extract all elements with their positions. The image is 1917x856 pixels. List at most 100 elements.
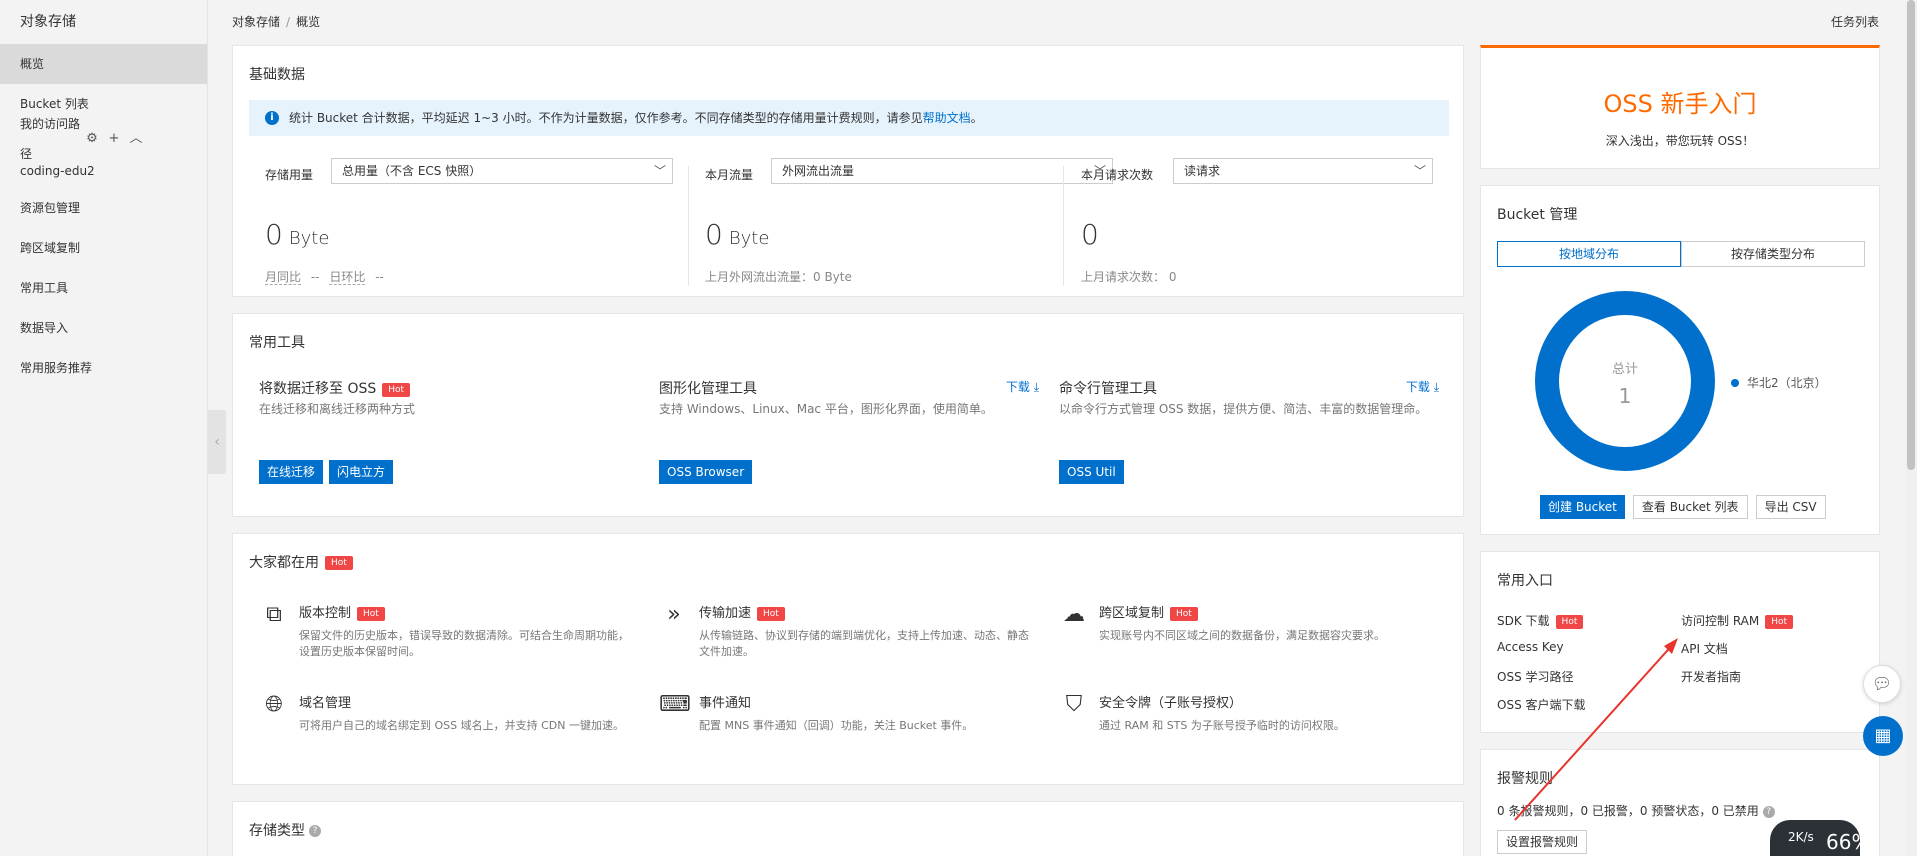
- sidebar-item-cross-region[interactable]: 跨区域复制: [0, 228, 207, 268]
- sidebar-collapse-handle[interactable]: ‹: [208, 410, 226, 474]
- feature-desc: 可将用户自己的域名绑定到 OSS 域名上，并支持 CDN 一键加速。: [299, 719, 624, 732]
- export-csv-button[interactable]: 导出 CSV: [1755, 495, 1826, 519]
- help-doc-link[interactable]: 帮助文档: [923, 111, 971, 125]
- notice-suffix: 。: [970, 111, 983, 125]
- legend-dot: [1731, 379, 1739, 387]
- hot-badge: Hot: [757, 606, 785, 621]
- topbar: 对象存储 / 概览 任务列表: [232, 0, 1917, 44]
- storage-type-title-text: 存储类型: [249, 823, 305, 839]
- speed-percent: 66%: [1826, 830, 1871, 854]
- set-alarm-rule-button[interactable]: 设置报警规则: [1497, 830, 1588, 854]
- stat-value: 0: [1081, 218, 1099, 251]
- feature-desc: 保留文件的历史版本，错误导致的数据清除。可结合生命周期功能，设置历史版本保留时间…: [299, 629, 629, 658]
- gear-icon[interactable]: ⚙: [83, 124, 101, 154]
- newbie-title: OSS 新手入门: [1603, 90, 1757, 118]
- basic-data-title: 基础数据: [249, 67, 305, 83]
- value-unit: Byte: [288, 228, 330, 249]
- oss-util-button[interactable]: OSS Util: [1059, 460, 1124, 484]
- feature-event-notify[interactable]: ⌨ 事件通知 配置 MNS 事件通知（回调）功能，关注 Bucket 事件。: [659, 690, 1039, 770]
- double-chevron-icon: »: [667, 602, 681, 627]
- create-bucket-button[interactable]: 创建 Bucket: [1540, 495, 1625, 519]
- feature-name: 跨区域复制 Hot: [1099, 602, 1198, 621]
- cloud-sync-icon: ☁: [1063, 602, 1085, 627]
- tab-by-type[interactable]: 按存储类型分布: [1681, 241, 1865, 267]
- feature-cross-region[interactable]: ☁ 跨区域复制 Hot 实现账号内不同区域之间的数据备份，满足数据容灾要求。: [1059, 600, 1439, 680]
- request-select[interactable]: 读请求 ﹀: [1173, 158, 1433, 184]
- tool-desc: 支持 Windows、Linux、Mac 平台，图形化界面，使用简单。: [659, 402, 993, 416]
- select-value: 外网流出流量: [782, 164, 855, 178]
- popular-card: 大家都在用 Hot ⧉ 版本控制 Hot 保留文件的历史版本，错误导致的数据清除。可…: [232, 533, 1464, 785]
- info-notice: i 统计 Bucket 合计数据，平均延迟 1~3 小时。不作为计量数据，仅作参…: [249, 100, 1449, 136]
- tools-title: 常用工具: [249, 335, 305, 351]
- entries-title: 常用入口: [1497, 573, 1553, 589]
- chevron-up-icon[interactable]: ︿: [127, 124, 145, 154]
- sidebar-item-data-import[interactable]: 数据导入: [0, 308, 207, 348]
- oss-browser-button[interactable]: OSS Browser: [659, 460, 753, 484]
- sidebar-item-recommended[interactable]: 常用服务推荐: [0, 348, 207, 388]
- download-link[interactable]: 下载 ⤓: [1006, 378, 1039, 395]
- stat-value: 0 Byte: [265, 218, 329, 251]
- sidebar-item-tools[interactable]: 常用工具: [0, 268, 207, 308]
- tool-gui: 图形化管理工具 下载 ⤓ 支持 Windows、Linux、Mac 平台，图形化…: [659, 378, 1039, 508]
- ram-link[interactable]: 访问控制 RAM Hot: [1681, 612, 1794, 629]
- chart-legend: 华北2（北京）: [1731, 374, 1827, 391]
- feature-acceleration[interactable]: » 传输加速 Hot 从传输链路、协议到存储的端到端优化，支持上传加速、动态、静态…: [659, 600, 1039, 680]
- select-value: 总用量（不含 ECS 快照）: [342, 164, 482, 178]
- feature-name: 域名管理: [299, 696, 352, 711]
- storage-type-card: 存储类型?: [232, 801, 1464, 856]
- notice-text: 统计 Bucket 合计数据，平均延迟 1~3 小时。不作为计量数据，仅作参考。…: [289, 111, 923, 125]
- view-bucket-list-button[interactable]: 查看 Bucket 列表: [1632, 495, 1748, 519]
- feature-desc: 配置 MNS 事件通知（回调）功能，关注 Bucket 事件。: [699, 719, 974, 732]
- network-speed-widget: 2K/s 66%: [1770, 820, 1870, 856]
- globe-icon: 🌐︎: [265, 692, 283, 717]
- sdk-download-link[interactable]: SDK 下载 Hot: [1497, 612, 1584, 629]
- tool-name: 命令行管理工具: [1059, 381, 1157, 397]
- download-label: 下载: [1005, 380, 1030, 394]
- sidebar-item-overview[interactable]: 概览: [0, 44, 207, 84]
- value-number: 0: [265, 218, 283, 251]
- feature-versioning[interactable]: ⧉ 版本控制 Hot 保留文件的历史版本，错误导致的数据清除。可结合生命周期功能，…: [259, 600, 639, 680]
- mom-value: --: [310, 270, 320, 284]
- online-migrate-button[interactable]: 在线迁移: [259, 460, 324, 484]
- sidebar-item-resource-package[interactable]: 资源包管理: [0, 188, 207, 228]
- donut-total-label: 总计: [1612, 362, 1638, 377]
- hot-badge: Hot: [1765, 614, 1794, 629]
- lightning-cube-button[interactable]: 闪电立方: [329, 460, 394, 484]
- tools-card: 常用工具 将数据迁移至 OSS Hot 在线迁移和离线迁移两种方式 在线迁移 闪电…: [232, 313, 1464, 517]
- storage-usage-select[interactable]: 总用量（不含 ECS 快照） ﹀: [331, 158, 673, 184]
- storage-usage-stat: 存储用量 总用量（不含 ECS 快照） ﹀ 0 Byte 月同比 -- 日环比 -…: [265, 158, 673, 288]
- download-link[interactable]: 下载 ⤓: [1406, 378, 1439, 395]
- feature-security-token[interactable]: ⛉ 安全令牌（子账号授权） 通过 RAM 和 STS 为子账号授予临时的访问权限…: [1059, 690, 1439, 770]
- help-icon[interactable]: ?: [1762, 805, 1775, 818]
- popular-title-text: 大家都在用: [249, 555, 319, 571]
- tab-by-region[interactable]: 按地域分布: [1497, 241, 1681, 267]
- shield-icon: ⛉: [1065, 692, 1083, 717]
- breadcrumb-root[interactable]: 对象存储: [232, 15, 280, 29]
- feature-domain[interactable]: 🌐︎ 域名管理 可将用户自己的域名绑定到 OSS 域名上，并支持 CDN 一键加…: [259, 690, 639, 770]
- help-icon[interactable]: ?: [309, 825, 321, 837]
- terminal-icon: ⌨: [659, 692, 691, 717]
- feature-name-text: 传输加速: [699, 606, 752, 621]
- access-path-header: 我的访问路径 ⚙ + ︿: [0, 117, 207, 161]
- vertical-scrollbar[interactable]: [1905, 0, 1917, 856]
- request-stat: 本月请求次数 读请求 ﹀ 0 上月请求次数： 0: [1081, 158, 1471, 288]
- apps-grid-icon[interactable]: ▦: [1863, 716, 1903, 756]
- newbie-card[interactable]: OSS 新手入门 深入浅出，带您玩转 OSS！: [1480, 45, 1880, 169]
- tool-name: 图形化管理工具: [659, 381, 757, 397]
- traffic-select[interactable]: 外网流出流量 ﹀: [771, 158, 1113, 184]
- feature-name: 事件通知: [699, 696, 752, 711]
- feature-name: 安全令牌（子账号授权）: [1099, 696, 1243, 711]
- task-list-link[interactable]: 任务列表: [1831, 0, 1879, 44]
- feature-name-text: 版本控制: [299, 606, 352, 621]
- chevron-down-icon: ﹀: [653, 164, 666, 178]
- stat-value: 0 Byte: [705, 218, 769, 251]
- hot-badge: Hot: [1170, 606, 1198, 621]
- sidebar-item-path[interactable]: coding-edu2: [0, 154, 207, 188]
- plus-icon[interactable]: +: [105, 124, 123, 154]
- select-value: 读请求: [1184, 164, 1221, 178]
- breadcrumb-current: 概览: [296, 15, 321, 29]
- divider: [1063, 166, 1064, 286]
- scrollbar-thumb[interactable]: [1907, 0, 1915, 470]
- info-icon: i: [265, 111, 279, 125]
- chat-icon[interactable]: 💬︎: [1863, 665, 1901, 703]
